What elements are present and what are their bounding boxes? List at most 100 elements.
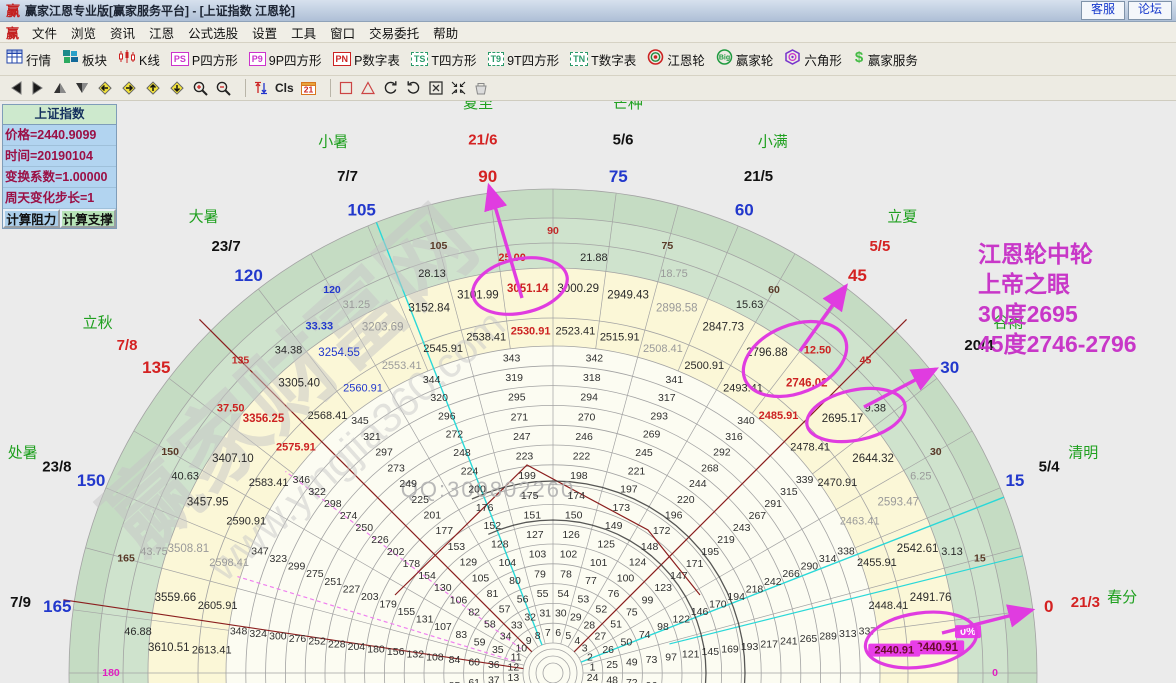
prev-arrow-icon[interactable]: [8, 81, 24, 95]
toolbar-button-板块[interactable]: 板块: [62, 49, 107, 69]
toolbar-button-T数字表[interactable]: TN T数字表: [570, 50, 636, 69]
price-outer-label: 2898.58: [656, 302, 698, 314]
app-logo-icon: 赢: [6, 2, 20, 19]
spiral-number: 242: [764, 576, 782, 588]
price-inner-label: 2590.91: [226, 516, 266, 528]
spiral-number: 348: [230, 625, 248, 637]
p9-badge-icon: P9: [248, 52, 266, 66]
spiral-number: 270: [578, 411, 596, 423]
toolbar-button-行情[interactable]: 行情: [6, 49, 51, 69]
zoom-out-icon[interactable]: [215, 80, 232, 96]
toolbar-button-赢家轮[interactable]: Big 赢家轮: [716, 48, 773, 70]
spiral-number: 31: [539, 608, 551, 620]
converge-icon[interactable]: [450, 80, 467, 96]
spiral-number: 148: [641, 541, 659, 553]
spiral-number: 177: [436, 525, 454, 537]
degree-ring-label: 90: [547, 225, 559, 237]
triangle-shape-icon[interactable]: [360, 80, 376, 96]
spiral-number: 269: [643, 429, 661, 441]
next-arrow-icon[interactable]: [30, 81, 46, 95]
customer-service-button[interactable]: 客服: [1080, 1, 1125, 20]
outer-degree-label: 30: [940, 358, 959, 377]
price-outer-label: 3203.69: [362, 322, 404, 334]
toolbar-button-9P四方形[interactable]: P9 9P四方形: [248, 50, 322, 69]
menu-item-0[interactable]: 文件: [25, 21, 64, 44]
spiral-number: 195: [702, 546, 720, 558]
calc-support-button[interactable]: 计算支撑: [59, 209, 116, 228]
toolbar-button-P四方形[interactable]: PS P四方形: [170, 50, 238, 69]
toolbar-button-P数字表[interactable]: PN P数字表: [332, 50, 400, 69]
ts-badge-icon: TS: [410, 52, 429, 66]
up-triangle-icon[interactable]: [52, 81, 68, 95]
svg-text:21: 21: [303, 85, 313, 95]
forum-button[interactable]: 论坛: [1127, 1, 1172, 20]
diamond-up-icon[interactable]: [144, 79, 162, 97]
candlestick-icon: [118, 49, 136, 69]
menu-item-1[interactable]: 浏览: [64, 21, 103, 44]
spiral-number: 84: [449, 654, 461, 666]
spiral-number: 53: [578, 593, 590, 605]
toolbar-button-江恩轮[interactable]: 江恩轮: [647, 48, 705, 70]
spiral-number: 73: [646, 654, 658, 666]
solar-term-label: 小满: [758, 134, 788, 151]
diamond-right-icon[interactable]: [120, 79, 138, 97]
menu-item-5[interactable]: 设置: [245, 21, 284, 44]
toolbar-button-T四方形[interactable]: TS T四方形: [410, 50, 477, 69]
spiral-number: 52: [596, 604, 608, 616]
price-inner-label: 2455.91: [857, 557, 897, 569]
menu-item-8[interactable]: 交易委托: [362, 21, 426, 44]
menu-item-3[interactable]: 江恩: [142, 21, 181, 44]
price-inner-label: 2515.91: [600, 332, 640, 344]
gann-wheel-chart-area[interactable]: 赢家财富网 www.yingjia360.com QQ:300802260 24 1 2 3…: [0, 101, 1176, 683]
spiral-number: 173: [613, 502, 631, 514]
toolbar-button-六角形[interactable]: 六角形: [784, 48, 842, 70]
price-outer-label: 2440.91: [916, 642, 958, 654]
date-label: 5/6: [613, 132, 634, 149]
menu-item-2[interactable]: 资讯: [103, 21, 142, 44]
spiral-number: 81: [487, 588, 499, 600]
spiral-number: 57: [499, 604, 511, 616]
spiral-number: 49: [626, 656, 638, 668]
price-inner-label: 2463.41: [840, 516, 880, 528]
diamond-down-icon[interactable]: [168, 79, 186, 97]
spiral-number: 175: [521, 490, 539, 502]
spiral-number: 27: [595, 630, 607, 642]
price-outer-label: 3356.25: [243, 413, 285, 425]
spiral-number: 172: [653, 525, 671, 537]
boxed-x-icon[interactable]: [428, 80, 444, 96]
rotate-cw-icon[interactable]: [405, 80, 422, 96]
menu-item-9[interactable]: 帮助: [426, 21, 465, 44]
spiral-number: 7: [545, 627, 551, 639]
axis-arrows-icon[interactable]: [253, 80, 269, 96]
toolbar-button-K线[interactable]: K线: [118, 49, 160, 69]
rotate-ccw-icon[interactable]: [382, 80, 399, 96]
spiral-number: 178: [403, 558, 421, 570]
spiral-number: 252: [308, 636, 326, 648]
menu-item-6[interactable]: 工具: [284, 21, 323, 44]
clear-icon[interactable]: [473, 80, 489, 96]
cls-button[interactable]: Cls: [275, 81, 294, 95]
percent-label: 46.88: [124, 626, 152, 638]
t9-badge-icon: T9: [487, 52, 505, 66]
down-triangle-icon[interactable]: [74, 81, 90, 95]
menu-item-7[interactable]: 窗口: [323, 21, 362, 44]
toolbar-button-9T四方形[interactable]: T9 9T四方形: [487, 50, 559, 69]
gann-wheel-svg[interactable]: 赢家财富网www.yingjia360.comQQ:30080226024123…: [0, 101, 1176, 683]
zoom-in-icon[interactable]: [192, 80, 209, 96]
square-shape-icon[interactable]: [338, 80, 354, 96]
calendar-21-icon[interactable]: 21: [300, 80, 317, 96]
spiral-number: 297: [375, 447, 393, 459]
menu-item-4[interactable]: 公式选股: [181, 21, 245, 44]
spiral-number: 56: [517, 593, 529, 605]
spiral-number: 220: [677, 494, 695, 506]
price-outer-label: 2847.73: [703, 322, 745, 334]
spiral-number: 171: [686, 558, 704, 570]
toolbar-button-赢家服务[interactable]: $ 赢家服务: [853, 49, 918, 70]
diamond-left-icon[interactable]: [96, 79, 114, 97]
spiral-number: 272: [446, 429, 464, 441]
percent-label: 31.25: [343, 299, 371, 311]
spiral-number: 317: [658, 392, 676, 404]
spiral-number: 265: [800, 633, 818, 645]
panel-row-2: 变换系数=1.00000: [3, 167, 116, 188]
calc-resistance-button[interactable]: 计算阻力: [3, 209, 60, 228]
